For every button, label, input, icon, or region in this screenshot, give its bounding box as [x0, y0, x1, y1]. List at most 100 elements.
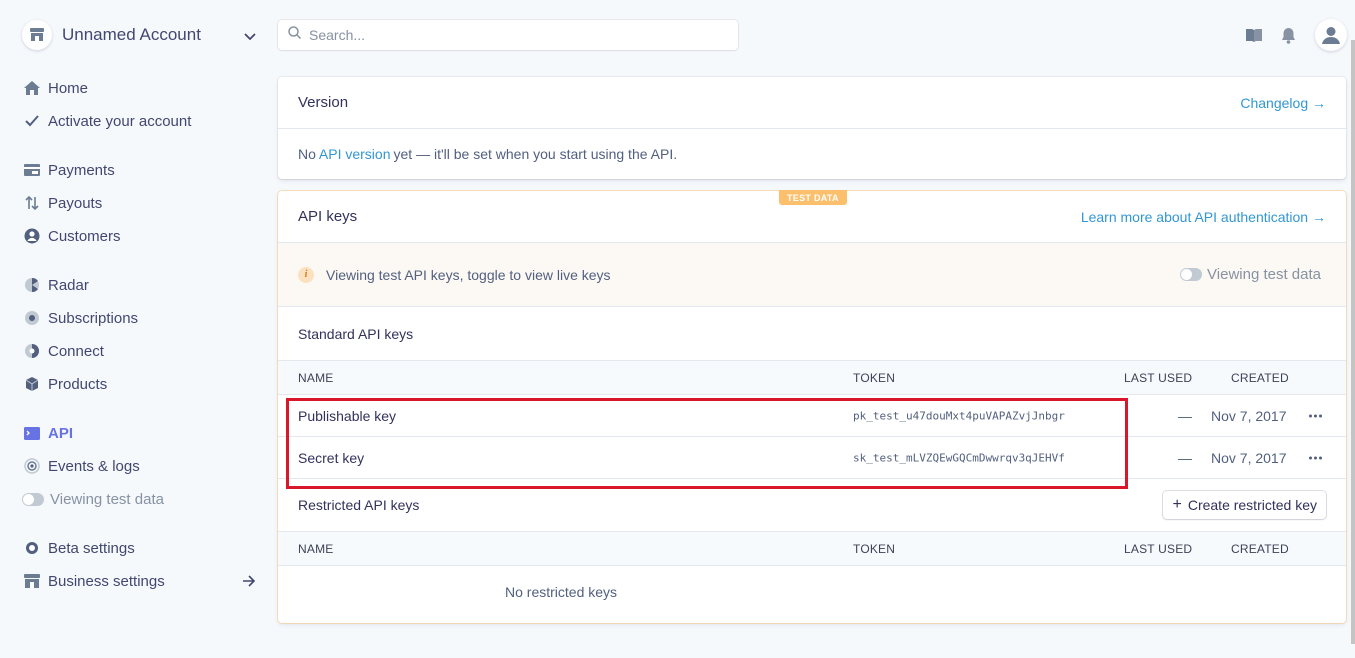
radar-icon	[22, 275, 42, 295]
sidebar-test-data-toggle[interactable]: Viewing test data	[22, 487, 262, 511]
sidebar-item-label: Beta settings	[48, 539, 135, 557]
search-input[interactable]	[309, 27, 709, 43]
create-restricted-key-label: Create restricted key	[1187, 497, 1317, 513]
version-card: Version Changelog → No API version yet —…	[278, 77, 1346, 179]
chevron-down-icon	[244, 28, 256, 46]
column-token: TOKEN	[853, 370, 896, 385]
restricted-keys-section: Restricted API keys + Create restricted …	[278, 479, 1346, 531]
search-bar[interactable]	[278, 20, 738, 50]
version-body: No API version yet — it'll be set when y…	[278, 129, 1346, 179]
sidebar-item-label: Connect	[48, 342, 104, 360]
sidebar-item-api[interactable]: API	[22, 421, 262, 445]
more-options-icon[interactable]	[1309, 456, 1322, 459]
sidebar-item-payments[interactable]: Payments	[22, 158, 262, 182]
restricted-keys-table-header: NAME TOKEN LAST USED CREATED	[278, 531, 1346, 566]
sidebar-item-payouts[interactable]: Payouts	[22, 191, 262, 215]
customers-icon	[22, 226, 42, 246]
sidebar-item-label: Radar	[48, 276, 89, 294]
column-last-used: LAST USED	[1124, 541, 1193, 556]
notice-text: Viewing test API keys, toggle to view li…	[326, 266, 611, 283]
home-icon	[22, 78, 42, 98]
sidebar-item-activate[interactable]: Activate your account	[22, 109, 262, 133]
view-test-data-toggle[interactable]: Viewing test data	[1180, 266, 1321, 283]
key-last-used: —	[1178, 407, 1192, 424]
payouts-icon	[22, 193, 42, 213]
column-created: CREATED	[1231, 370, 1289, 385]
plus-icon: +	[1172, 496, 1182, 513]
version-header: Version Changelog →	[278, 77, 1346, 129]
empty-message: No restricted keys	[505, 584, 618, 600]
avatar[interactable]	[1315, 19, 1347, 51]
more-options-icon[interactable]	[1309, 414, 1322, 417]
version-title: Version	[298, 94, 349, 111]
key-created: Nov 7, 2017	[1211, 407, 1287, 424]
toggle-icon	[1180, 268, 1203, 281]
info-icon: i	[298, 266, 314, 283]
store-icon	[22, 20, 52, 50]
sidebar-item-label: Subscriptions	[48, 309, 139, 327]
column-name: NAME	[298, 370, 334, 385]
events-icon	[22, 456, 42, 476]
standard-keys-table-header: NAME TOKEN LAST USED CREATED	[278, 360, 1346, 395]
scrollbar[interactable]	[1351, 40, 1355, 644]
restricted-keys-empty-state: No restricted keys	[278, 566, 1346, 616]
subscriptions-icon	[22, 308, 42, 328]
account-switcher[interactable]: Unnamed Account	[22, 20, 260, 50]
sidebar-item-connect[interactable]: Connect	[22, 339, 262, 363]
column-created: CREATED	[1231, 541, 1289, 556]
payments-icon	[22, 160, 42, 180]
key-token[interactable]: sk_test_mLVZQEwGQCmDwwrqv3qJEHVf	[853, 451, 1065, 464]
api-keys-title: API keys	[298, 208, 358, 225]
key-created: Nov 7, 2017	[1211, 449, 1287, 466]
products-icon	[22, 374, 42, 394]
sidebar-item-label: API	[48, 424, 74, 442]
table-row[interactable]: Publishable key pk_test_u47douMxt4puVAPA…	[278, 395, 1346, 437]
test-data-badge: TEST DATA	[779, 190, 847, 205]
connect-icon	[22, 341, 42, 361]
key-token[interactable]: pk_test_u47douMxt4puVAPAZvjJnbgr	[853, 409, 1065, 422]
sidebar-item-beta-settings[interactable]: Beta settings	[22, 536, 262, 560]
bell-icon[interactable]	[1275, 22, 1301, 48]
create-restricted-key-button[interactable]: + Create restricted key	[1163, 491, 1326, 519]
sidebar-item-label: Business settings	[48, 572, 165, 590]
api-version-link[interactable]: API version	[319, 146, 391, 162]
check-icon	[22, 111, 42, 131]
sidebar-item-label: Events & logs	[48, 457, 140, 475]
sidebar-item-customers[interactable]: Customers	[22, 224, 262, 248]
changelog-link[interactable]: Changelog →	[1240, 95, 1326, 111]
sidebar-item-label: Activate your account	[48, 112, 192, 130]
toggle-icon	[22, 489, 44, 509]
key-name: Secret key	[298, 449, 365, 466]
account-name: Unnamed Account	[62, 25, 201, 44]
sidebar-item-home[interactable]: Home	[22, 76, 262, 100]
column-last-used: LAST USED	[1124, 370, 1193, 385]
test-keys-notice: i Viewing test API keys, toggle to view …	[278, 243, 1346, 307]
arrow-right-icon	[243, 574, 256, 591]
version-text-suffix: yet — it'll be set when you start using …	[393, 146, 678, 162]
toggle-label: Viewing test data	[1207, 266, 1321, 283]
api-icon	[22, 423, 42, 443]
search-icon	[288, 26, 302, 44]
version-text-prefix: No	[298, 146, 316, 162]
store-icon	[22, 571, 42, 591]
table-row[interactable]: Secret key sk_test_mLVZQEwGQCmDwwrqv3qJE…	[278, 437, 1346, 479]
learn-more-link[interactable]: Learn more about API authentication →	[1081, 209, 1326, 225]
key-last-used: —	[1178, 449, 1192, 466]
sidebar-item-label: Customers	[48, 227, 121, 245]
sidebar-item-events[interactable]: Events & logs	[22, 454, 262, 478]
docs-icon[interactable]	[1241, 22, 1267, 48]
sidebar-item-subscriptions[interactable]: Subscriptions	[22, 306, 262, 330]
column-name: NAME	[298, 541, 334, 556]
api-keys-card: TEST DATA API keys Learn more about API …	[278, 190, 1346, 623]
gear-icon	[22, 538, 42, 558]
sidebar-item-business-settings[interactable]: Business settings	[22, 569, 262, 593]
sidebar-item-label: Viewing test data	[50, 490, 164, 508]
standard-keys-title: Standard API keys	[298, 325, 414, 342]
key-name: Publishable key	[298, 407, 397, 424]
standard-keys-section: Standard API keys	[278, 307, 1346, 360]
sidebar-item-radar[interactable]: Radar	[22, 273, 262, 297]
sidebar-item-label: Home	[48, 79, 89, 97]
sidebar-item-label: Payouts	[48, 194, 103, 212]
restricted-keys-title: Restricted API keys	[298, 497, 420, 513]
sidebar-item-products[interactable]: Products	[22, 372, 262, 396]
